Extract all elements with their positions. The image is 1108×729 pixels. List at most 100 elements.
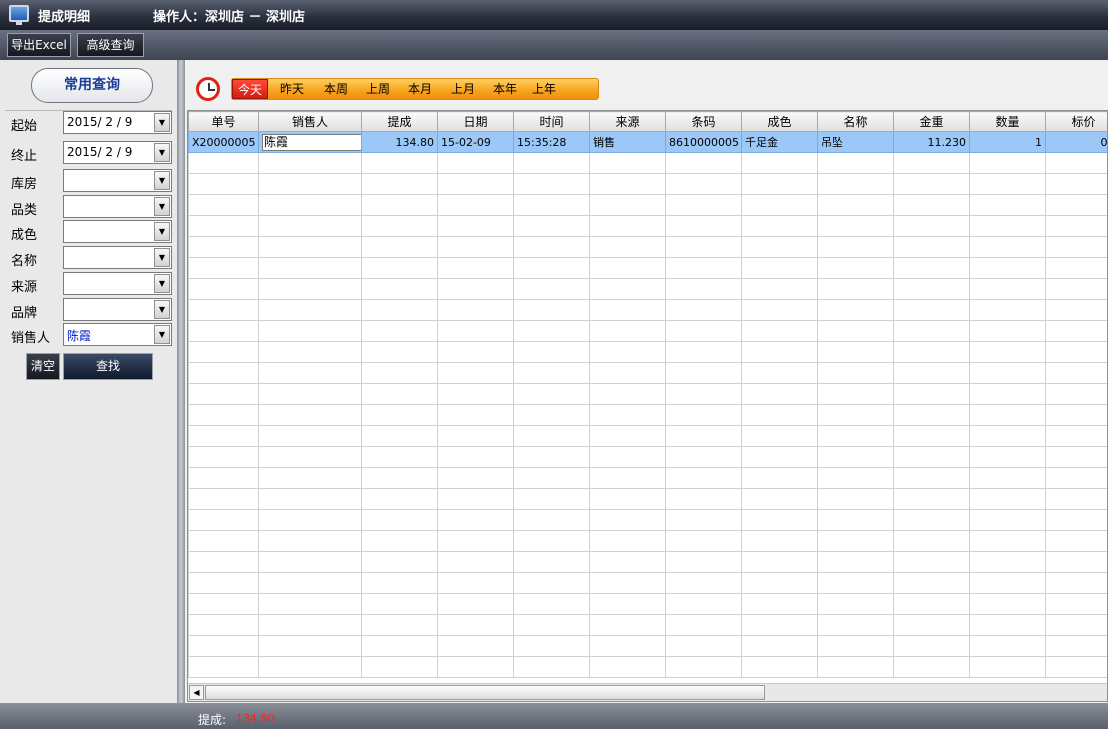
column-header[interactable]: 金重 xyxy=(893,111,970,132)
filter-field-end[interactable]: 2015/ 2 / 9 ▼ xyxy=(63,141,172,164)
table-cell[interactable]: 134.80 xyxy=(361,131,438,153)
chevron-down-icon[interactable]: ▼ xyxy=(154,248,170,267)
chevron-down-icon[interactable]: ▼ xyxy=(154,197,170,216)
column-header[interactable]: 标价 xyxy=(1045,111,1107,132)
empty-cell xyxy=(361,635,438,657)
date-range-3[interactable]: 上周 xyxy=(360,79,396,99)
empty-cell xyxy=(437,614,514,636)
column-header[interactable]: 销售人 xyxy=(258,111,362,132)
horizontal-scrollbar[interactable]: ◀ xyxy=(188,683,1107,701)
column-header[interactable]: 日期 xyxy=(437,111,514,132)
empty-cell xyxy=(969,488,1046,510)
filter-field-start[interactable]: 2015/ 2 / 9 ▼ xyxy=(63,111,172,134)
empty-cell xyxy=(513,488,590,510)
table-cell[interactable]: X20000005 xyxy=(188,131,259,153)
empty-cell xyxy=(665,299,742,321)
filter-field-warehouse[interactable]: ▼ xyxy=(63,169,172,192)
date-range-1[interactable]: 昨天 xyxy=(274,79,310,99)
search-button[interactable]: 查找 xyxy=(63,353,153,380)
empty-cell xyxy=(437,194,514,216)
table-cell[interactable]: 0.0 xyxy=(1045,131,1107,153)
table-cell[interactable]: 15-02-09 xyxy=(437,131,514,153)
chevron-down-icon[interactable]: ▼ xyxy=(154,274,170,293)
table-cell[interactable]: 11.230 xyxy=(893,131,970,153)
empty-cell xyxy=(188,530,259,552)
filter-field-fineness[interactable]: ▼ xyxy=(63,220,172,243)
empty-cell xyxy=(817,341,894,363)
column-header[interactable]: 提成 xyxy=(361,111,438,132)
chevron-down-icon[interactable]: ▼ xyxy=(154,222,170,241)
chevron-down-icon[interactable]: ▼ xyxy=(154,113,170,132)
export-excel-button[interactable]: 导出Excel xyxy=(7,33,71,57)
empty-cell xyxy=(665,551,742,573)
column-header[interactable]: 数量 xyxy=(969,111,1046,132)
empty-cell xyxy=(741,425,818,447)
empty-cell xyxy=(437,551,514,573)
date-range-7[interactable]: 上年 xyxy=(526,79,562,99)
date-range-bar: 今天 昨天 本周 上周 本月 上月 本年 上年 xyxy=(231,78,599,100)
quick-query-title[interactable]: 常用查询 xyxy=(31,68,153,103)
empty-cell xyxy=(817,215,894,237)
clear-button[interactable]: 清空 xyxy=(26,353,60,380)
empty-cell xyxy=(258,299,362,321)
date-range-5[interactable]: 上月 xyxy=(445,79,481,99)
table-cell[interactable]: 15:35:28 xyxy=(513,131,590,153)
chevron-down-icon[interactable]: ▼ xyxy=(154,300,170,319)
date-range-2[interactable]: 本周 xyxy=(318,79,354,99)
column-header[interactable]: 条码 xyxy=(665,111,742,132)
date-range-6[interactable]: 本年 xyxy=(487,79,523,99)
empty-row xyxy=(188,257,1107,279)
empty-cell xyxy=(437,152,514,174)
column-header[interactable]: 名称 xyxy=(817,111,894,132)
filter-field-salesperson[interactable]: 陈霞 ▼ xyxy=(63,323,172,346)
filter-label-name: 名称 xyxy=(11,254,38,269)
date-range-4[interactable]: 本月 xyxy=(402,79,438,99)
table-cell[interactable]: 8610000005 xyxy=(665,131,742,153)
table-cell[interactable]: 1 xyxy=(969,131,1046,153)
empty-cell xyxy=(969,320,1046,342)
table-cell[interactable]: 销售 xyxy=(589,131,666,153)
cell-editor[interactable]: 陈霞 xyxy=(262,133,361,151)
filter-row-category: 品类 ▼ xyxy=(0,195,177,219)
empty-cell xyxy=(513,320,590,342)
results-panel: 今天 昨天 本周 上周 本月 上月 本年 上年 单号 销售人 提成 日期 时间 来源 条码 成色 名称 金重 数量… xyxy=(185,60,1108,703)
empty-cell xyxy=(969,299,1046,321)
empty-cell xyxy=(513,257,590,279)
column-header[interactable]: 单号 xyxy=(188,111,259,132)
column-header[interactable]: 时间 xyxy=(513,111,590,132)
empty-cell xyxy=(1045,635,1107,657)
filter-field-category[interactable]: ▼ xyxy=(63,195,172,218)
table-row[interactable]: X20000005 陈霞 134.80 15-02-09 15:35:28 销售 86100… xyxy=(188,131,1107,153)
empty-cell xyxy=(893,551,970,573)
empty-cell xyxy=(188,341,259,363)
panel-splitter[interactable] xyxy=(177,60,185,703)
filter-field-source[interactable]: ▼ xyxy=(63,272,172,295)
empty-cell xyxy=(589,152,666,174)
empty-cell xyxy=(1045,530,1107,552)
empty-cell xyxy=(589,257,666,279)
empty-row xyxy=(188,299,1107,321)
empty-cell xyxy=(258,635,362,657)
chevron-down-icon[interactable]: ▼ xyxy=(154,325,170,344)
advanced-query-button[interactable]: 高级查询 xyxy=(77,33,144,57)
table-cell[interactable]: 千足金 xyxy=(741,131,818,153)
empty-cell xyxy=(513,383,590,405)
table-cell[interactable]: 吊坠 xyxy=(817,131,894,153)
empty-cell xyxy=(665,425,742,447)
filter-field-name[interactable]: ▼ xyxy=(63,246,172,269)
chevron-down-icon[interactable]: ▼ xyxy=(154,143,170,162)
chevron-down-icon[interactable]: ▼ xyxy=(154,171,170,190)
date-range-0[interactable]: 今天 xyxy=(232,79,268,99)
scroll-left-icon[interactable]: ◀ xyxy=(189,685,204,700)
empty-cell xyxy=(817,194,894,216)
table-cell[interactable]: 陈霞 xyxy=(258,131,362,153)
empty-cell xyxy=(893,173,970,195)
scroll-thumb[interactable] xyxy=(205,685,765,700)
empty-cell xyxy=(665,446,742,468)
empty-cell xyxy=(437,404,514,426)
filter-field-brand[interactable]: ▼ xyxy=(63,298,172,321)
empty-cell xyxy=(817,362,894,384)
column-header[interactable]: 来源 xyxy=(589,111,666,132)
column-header[interactable]: 成色 xyxy=(741,111,818,132)
status-commission-label: 提成: xyxy=(198,713,227,727)
